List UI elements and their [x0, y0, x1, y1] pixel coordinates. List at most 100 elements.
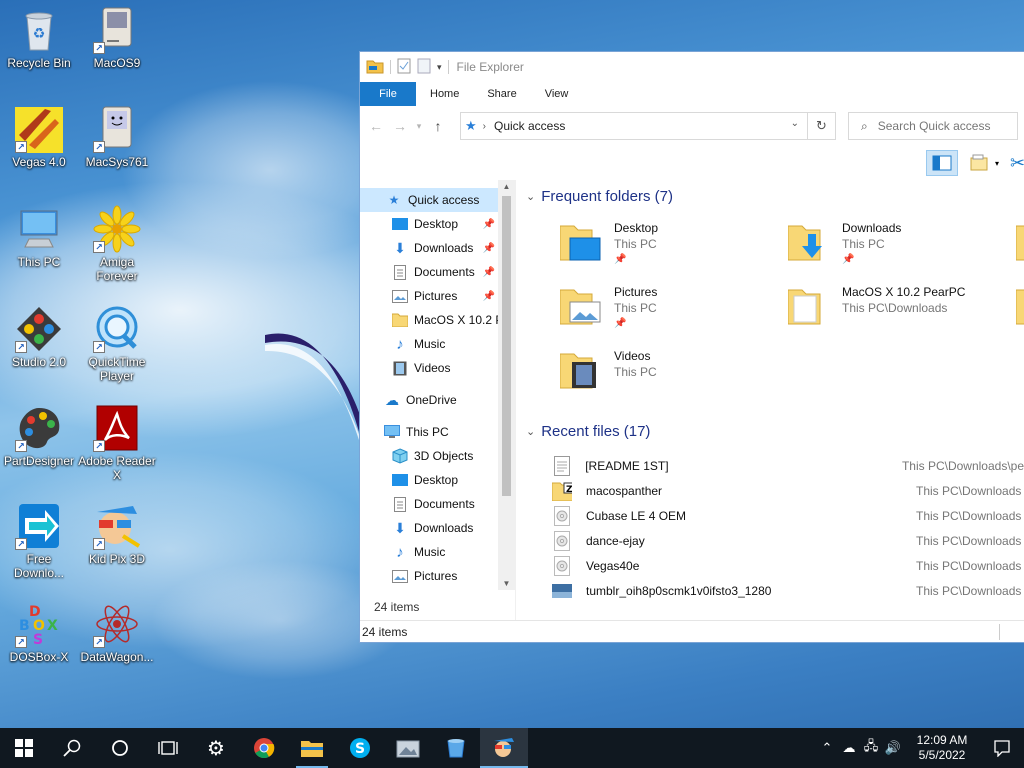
- desktop-icon-adobe-reader[interactable]: ↗ Adobe Reader X: [78, 404, 156, 482]
- desktop-icon-dosbox[interactable]: DBOXS ↗ DOSBox-X: [0, 600, 78, 664]
- properties-icon[interactable]: [397, 58, 411, 77]
- address-bar[interactable]: ★ › Quick access ⌄ ↻: [460, 112, 836, 140]
- tab-file[interactable]: File: [360, 82, 416, 106]
- taskbar-kid-pix[interactable]: [480, 728, 528, 768]
- search-button[interactable]: [48, 728, 96, 768]
- nav-item-desktop[interactable]: Desktop 📌: [360, 212, 515, 236]
- recent-locations-chevron-icon[interactable]: ▾: [414, 116, 424, 136]
- desktop-icon-datawagon[interactable]: ↗ DataWagon...: [78, 600, 156, 664]
- nav-item-pc-downloads[interactable]: ⬇ Downloads: [360, 516, 515, 540]
- nav-item-music[interactable]: ♪ Music: [360, 332, 515, 356]
- breadcrumb[interactable]: Quick access: [494, 119, 565, 133]
- tab-share[interactable]: Share: [473, 82, 530, 106]
- pin-icon[interactable]: 📌: [483, 219, 495, 230]
- desktop-icon-label: DataWagon...: [80, 650, 154, 664]
- nav-item-this-pc[interactable]: This PC: [360, 420, 515, 444]
- desktop-icon-amiga-forever[interactable]: ↗ Amiga Forever: [78, 205, 156, 283]
- disc-image-icon: [552, 530, 572, 551]
- swoosh-graphic: [265, 333, 360, 443]
- show-hidden-icons-chevron-icon[interactable]: ⌃: [816, 740, 838, 756]
- cortana-button[interactable]: [96, 728, 144, 768]
- desktop-icon-macsys761[interactable]: ↗ MacSys761: [78, 105, 156, 169]
- clock[interactable]: 12:09 AM 5/5/2022: [904, 733, 980, 763]
- forward-arrow-icon[interactable]: →: [390, 116, 410, 136]
- folder-tile-partial[interactable]: [1016, 220, 1024, 264]
- new-folder-icon[interactable]: [417, 58, 431, 77]
- pin-icon[interactable]: 📌: [483, 243, 495, 254]
- folder-tile-partial[interactable]: [1016, 284, 1024, 328]
- desktop-icon-free-download[interactable]: ↗ Free Downlo...: [0, 502, 78, 580]
- cut-button[interactable]: ✂: [1010, 150, 1024, 176]
- image-thumbnail-icon: [552, 581, 572, 601]
- desktop-icon-vegas[interactable]: ↗ Vegas 4.0: [0, 105, 78, 169]
- start-button[interactable]: [0, 728, 48, 768]
- preview-pane-button[interactable]: [926, 150, 958, 176]
- recent-file-row[interactable]: dance-ejay This PC\Downloads: [552, 528, 1024, 553]
- recent-file-row[interactable]: Cubase LE 4 OEM This PC\Downloads: [552, 503, 1024, 528]
- address-dropdown-chevron-icon[interactable]: ⌄: [791, 118, 799, 129]
- nav-item-pictures[interactable]: Pictures 📌: [360, 284, 515, 308]
- up-arrow-icon[interactable]: ↑: [428, 116, 448, 136]
- nav-item-macos-pearpc[interactable]: MacOS X 10.2 Pe: [360, 308, 515, 332]
- network-icon[interactable]: 🖧: [860, 737, 882, 759]
- scroll-up-chevron-icon[interactable]: ▲: [498, 182, 515, 191]
- task-view-button[interactable]: [144, 728, 192, 768]
- taskbar-photos[interactable]: [384, 728, 432, 768]
- nav-item-pc-music[interactable]: ♪ Music: [360, 540, 515, 564]
- folder-tile-macos-pearpc[interactable]: MacOS X 10.2 PearPC This PC\Downloads: [787, 284, 965, 328]
- collapse-chevron-icon[interactable]: ⌄: [526, 425, 535, 438]
- frequent-folders-header[interactable]: ⌄ Frequent folders (7): [526, 188, 673, 205]
- volume-icon[interactable]: 🔊: [882, 740, 904, 756]
- recent-file-row[interactable]: tumblr_oih8p0scmk1v0ifsto3_1280 This PC\…: [552, 578, 1024, 603]
- back-arrow-icon[interactable]: ←: [366, 116, 386, 136]
- recent-file-row[interactable]: Z macospanther This PC\Downloads: [552, 478, 1024, 503]
- folder-tile-desktop[interactable]: Desktop This PC 📌: [559, 220, 658, 268]
- action-center-button[interactable]: [980, 739, 1024, 757]
- nav-item-3d-objects[interactable]: 3D Objects: [360, 444, 515, 468]
- taskbar-file-explorer[interactable]: [288, 728, 336, 768]
- recent-file-row[interactable]: Vegas40e This PC\Downloads: [552, 553, 1024, 578]
- scrollbar-thumb[interactable]: [502, 196, 511, 496]
- nav-item-documents[interactable]: Documents 📌: [360, 260, 515, 284]
- desktop-icon-quicktime[interactable]: ↗ QuickTime Player: [78, 305, 156, 383]
- nav-item-pc-documents[interactable]: Documents: [360, 492, 515, 516]
- scroll-down-chevron-icon[interactable]: ▼: [498, 579, 515, 588]
- search-input[interactable]: ⌕ Search Quick access: [848, 112, 1018, 140]
- tab-view[interactable]: View: [531, 82, 583, 106]
- nav-item-videos[interactable]: Videos: [360, 356, 515, 380]
- desktop-icon-kid-pix[interactable]: ↗ Kid Pix 3D: [78, 502, 156, 566]
- desktop-icon-studio[interactable]: ↗ Studio 2.0: [0, 305, 78, 369]
- bucket-icon: [447, 739, 465, 758]
- onedrive-cloud-icon[interactable]: ☁: [838, 740, 860, 756]
- taskbar-skype[interactable]: S: [336, 728, 384, 768]
- nav-item-pc-pictures[interactable]: Pictures: [360, 564, 515, 588]
- nav-item-onedrive[interactable]: ☁ OneDrive: [360, 388, 515, 412]
- nav-item-pc-desktop[interactable]: Desktop: [360, 468, 515, 492]
- recent-files-header[interactable]: ⌄ Recent files (17): [526, 423, 650, 440]
- tab-home[interactable]: Home: [416, 82, 473, 106]
- nav-item-quick-access[interactable]: ★ Quick access: [360, 188, 515, 212]
- pin-icon[interactable]: 📌: [483, 267, 495, 278]
- desktop-icon-macos9[interactable]: ↗ MacOS9: [78, 6, 156, 70]
- desktop-icon-recycle-bin[interactable]: ♻ Recycle Bin: [0, 6, 78, 70]
- cloud-icon: ☁: [385, 391, 399, 408]
- taskbar-chrome[interactable]: [240, 728, 288, 768]
- nav-item-downloads[interactable]: ⬇ Downloads 📌: [360, 236, 515, 260]
- desktop-icon-label: MacOS9: [93, 56, 141, 70]
- customize-toolbar-chevron-icon[interactable]: ▾: [437, 62, 442, 73]
- folder-tile-videos[interactable]: Videos This PC: [559, 348, 657, 392]
- recent-file-row[interactable]: [README 1ST] This PC\Downloads\pe: [552, 453, 1024, 478]
- taskbar-recycle[interactable]: [432, 728, 480, 768]
- svg-text:S: S: [355, 741, 365, 757]
- folder-tile-pictures[interactable]: Pictures This PC 📌: [559, 284, 657, 332]
- collapse-chevron-icon[interactable]: ⌄: [526, 190, 535, 203]
- layout-button[interactable]: ▾: [964, 150, 1004, 176]
- nav-scrollbar[interactable]: ▲ ▼: [498, 180, 515, 590]
- folder-tile-downloads[interactable]: Downloads This PC 📌: [787, 220, 901, 268]
- desktop-icon-partdesigner[interactable]: ↗ PartDesigner: [0, 404, 78, 468]
- breadcrumb-chevron-icon[interactable]: ›: [483, 121, 486, 132]
- pin-icon[interactable]: 📌: [483, 291, 495, 302]
- taskbar-settings[interactable]: ⚙: [192, 728, 240, 768]
- refresh-icon[interactable]: ↻: [807, 113, 835, 139]
- desktop-icon-this-pc[interactable]: This PC: [0, 205, 78, 269]
